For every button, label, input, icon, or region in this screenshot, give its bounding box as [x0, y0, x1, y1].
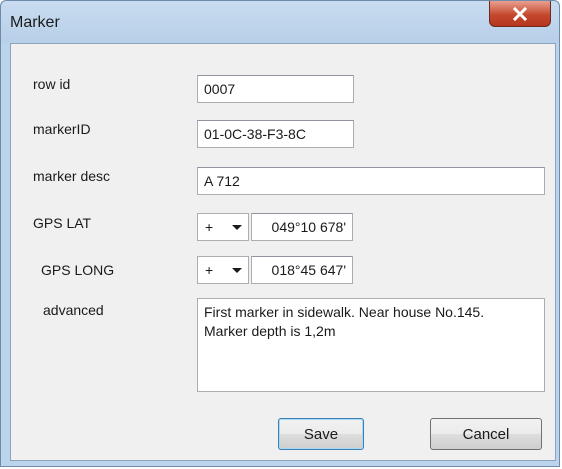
- save-button[interactable]: Save: [278, 418, 364, 450]
- gps-lat-sign-value: +: [205, 219, 214, 235]
- window-title: Marker: [10, 14, 60, 31]
- dialog-client-area: row id 0007 markerID 01-0C-38-F3-8C mark…: [10, 43, 556, 461]
- advanced-textarea[interactable]: First marker in sidewalk. Near house No.…: [197, 298, 545, 392]
- marker-desc-label: marker desc: [33, 168, 111, 184]
- marker-dialog-window: Marker row id 0007 markerID 01-0C-38-F3-…: [0, 0, 560, 467]
- gps-long-sign-select[interactable]: +: [197, 256, 249, 284]
- close-button[interactable]: [489, 1, 551, 27]
- row-id-label: row id: [33, 76, 71, 92]
- row-id-field[interactable]: 0007: [197, 75, 354, 103]
- close-icon: [512, 6, 528, 21]
- gps-lat-label: GPS LAT: [33, 215, 92, 231]
- advanced-text-line-2: Marker depth is 1,2m: [204, 323, 336, 339]
- advanced-label: advanced: [43, 302, 104, 318]
- title-bar[interactable]: Marker: [1, 1, 559, 43]
- advanced-text-line-1: First marker in sidewalk. Near house No.…: [204, 304, 485, 320]
- marker-id-label: markerID: [33, 121, 91, 137]
- gps-long-field[interactable]: 018°45 647': [251, 256, 353, 284]
- gps-long-sign-value: +: [205, 262, 214, 278]
- cancel-button[interactable]: Cancel: [430, 418, 542, 450]
- chevron-down-icon: [232, 225, 242, 230]
- chevron-down-icon: [232, 268, 242, 273]
- gps-lat-sign-select[interactable]: +: [197, 213, 249, 241]
- marker-desc-field[interactable]: A 712: [197, 167, 545, 195]
- gps-long-label: GPS LONG: [41, 262, 115, 278]
- marker-id-field[interactable]: 01-0C-38-F3-8C: [197, 120, 354, 148]
- gps-lat-field[interactable]: 049°10 678': [251, 213, 353, 241]
